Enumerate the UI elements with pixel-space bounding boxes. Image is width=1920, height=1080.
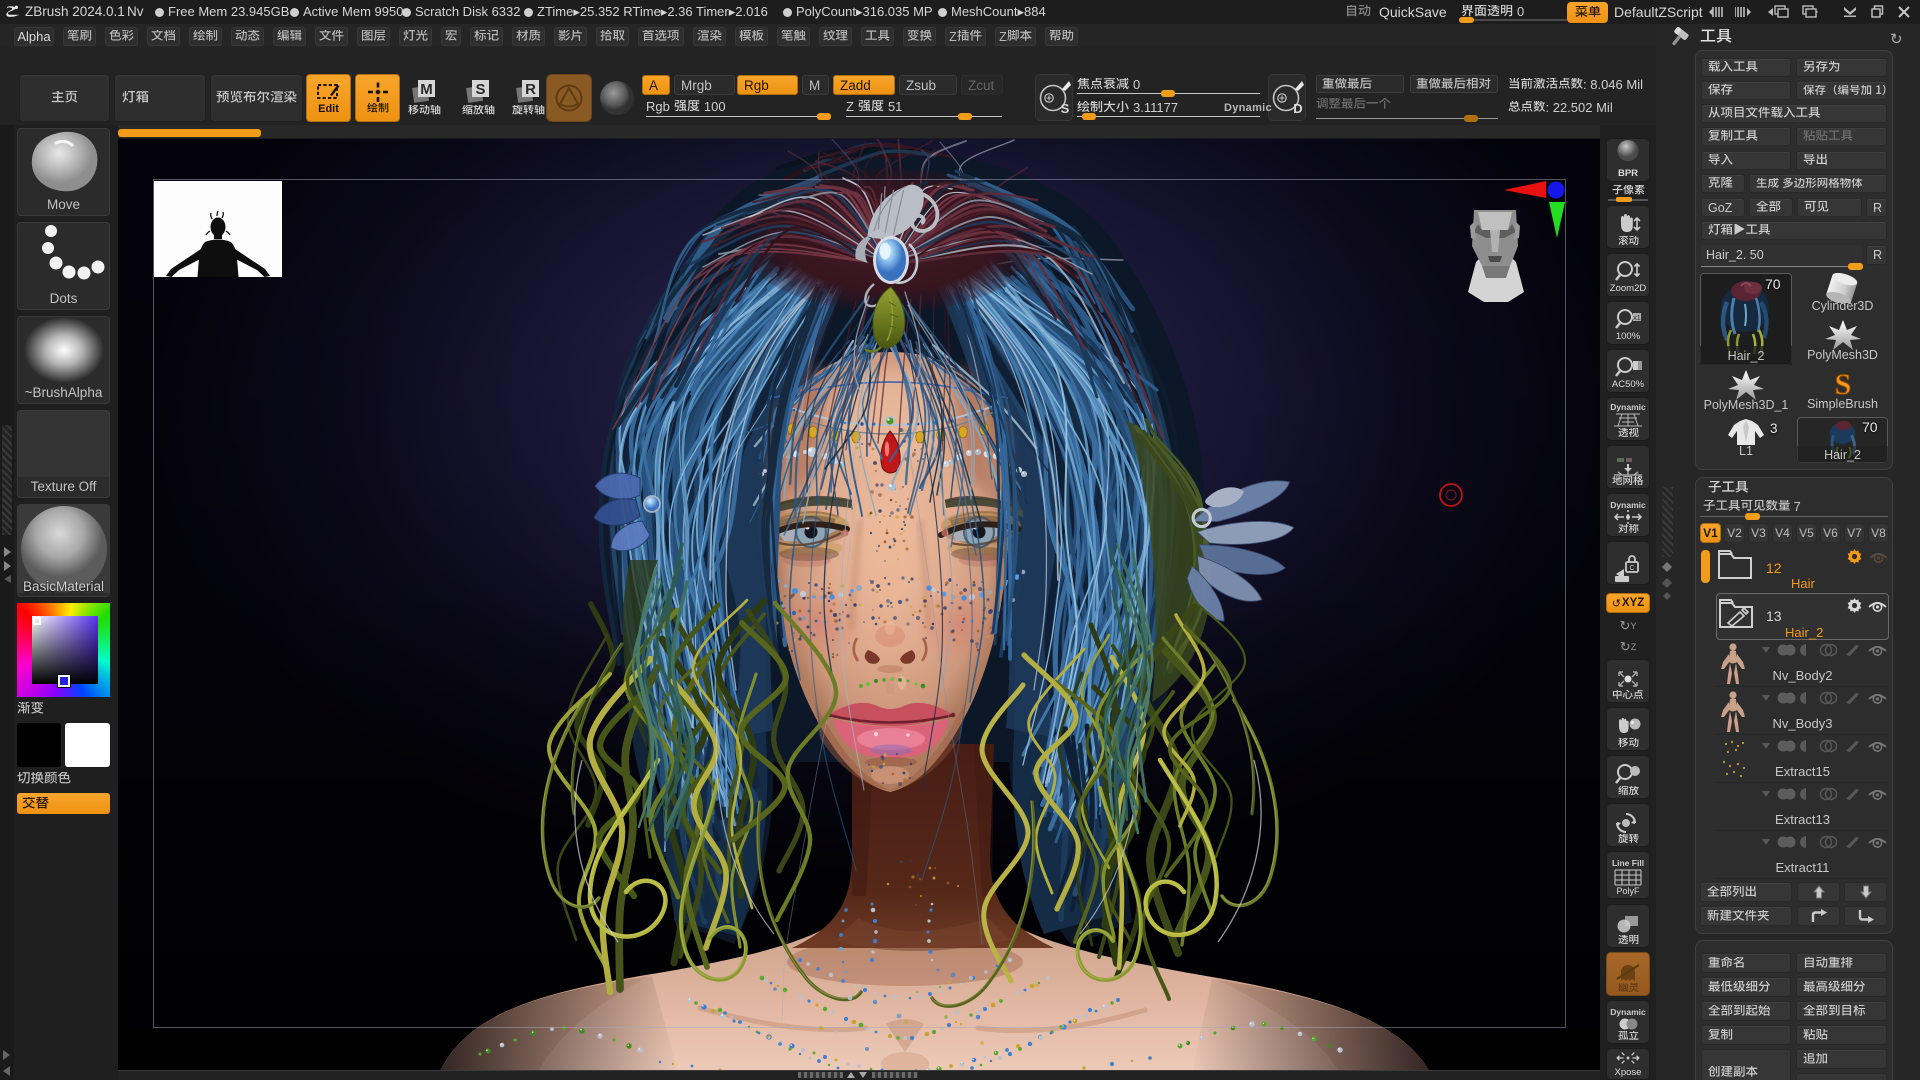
svg-text:x1: x1 bbox=[1633, 315, 1641, 322]
svg-text:D: D bbox=[1293, 101, 1302, 116]
svg-text:S: S bbox=[475, 81, 485, 98]
svg-text:S: S bbox=[1834, 370, 1851, 400]
svg-text:M: M bbox=[420, 81, 433, 98]
svg-text:S: S bbox=[1061, 101, 1070, 116]
svg-text:R: R bbox=[525, 81, 536, 98]
svg-text:C: C bbox=[1629, 565, 1634, 572]
